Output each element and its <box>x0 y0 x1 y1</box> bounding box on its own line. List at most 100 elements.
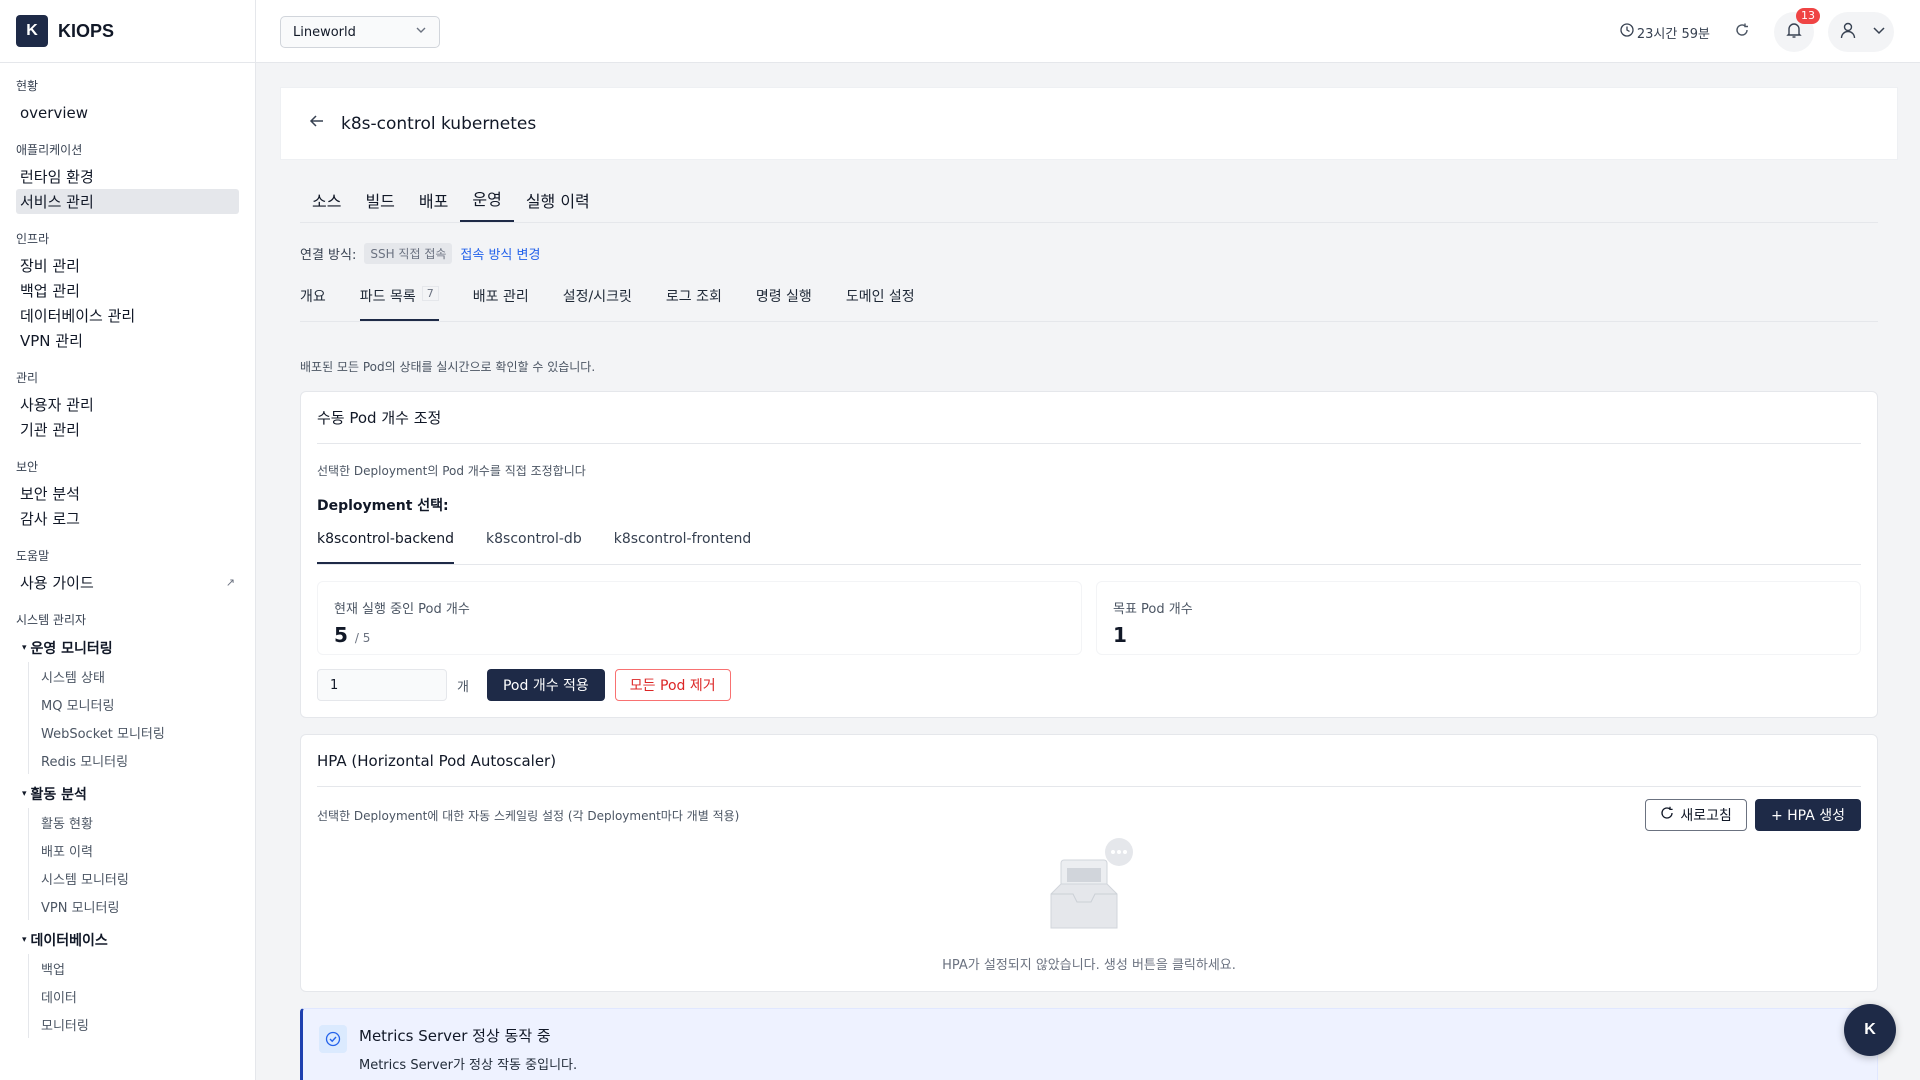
pod-count-input[interactable] <box>317 669 447 701</box>
sidebar-item-database[interactable]: 데이터베이스 관리 <box>16 303 239 328</box>
refresh-button[interactable]: 새로고침 <box>1645 799 1747 831</box>
tab-domain-settings[interactable]: 도메인 설정 <box>846 286 915 321</box>
tab-deployment-db[interactable]: k8scontrol-db <box>486 531 582 564</box>
main-content: k8s-control kubernetes 소스 빌드 배포 운영 실행 이력… <box>280 87 1898 1080</box>
sidebar-item-deploy-history[interactable]: 배포 이력 <box>41 836 239 864</box>
nav-group-label: 관리 <box>16 371 39 385</box>
nav-sub-list: 활동 현황 배포 이력 시스템 모니터링 VPN 모니터링 <box>28 808 239 920</box>
sidebar-item-runtime[interactable]: 런타임 환경 <box>16 164 239 189</box>
assistant-fab[interactable]: K <box>1844 1004 1896 1056</box>
empty-inbox-icon <box>1039 838 1139 938</box>
sidebar-item-system-monitoring[interactable]: 시스템 모니터링 <box>41 864 239 892</box>
sidebar-item-db-monitoring[interactable]: 모니터링 <box>41 1010 239 1038</box>
manual-scale-card: 수동 Pod 개수 조정 선택한 Deployment의 Pod 개수를 직접 … <box>300 391 1878 718</box>
sidebar-item-mq-monitoring[interactable]: MQ 모니터링 <box>41 690 239 718</box>
tab-overview[interactable]: 개요 <box>300 286 326 321</box>
connection-label: 연결 방식: <box>300 248 357 263</box>
nav-section-ops-monitoring[interactable]: ▾ 운영 모니터링 <box>16 638 239 658</box>
tab-label: 개요 <box>300 289 326 305</box>
sidebar-item-system-status[interactable]: 시스템 상태 <box>41 662 239 690</box>
check-circle-icon <box>319 1025 347 1053</box>
sidebar-item-redis-monitoring[interactable]: Redis 모니터링 <box>41 746 239 774</box>
current-pods-total: / 5 <box>354 631 371 645</box>
alert-body: Metrics Server가 정상 작동 중입니다. <box>359 1058 578 1073</box>
session-timer: 23시간 59분 <box>1620 23 1710 42</box>
external-link-icon: ↗ <box>225 576 235 589</box>
tab-deployment-frontend[interactable]: k8scontrol-frontend <box>614 531 752 564</box>
tab-label: 파드 목록 <box>359 289 416 305</box>
logo-mark: K <box>16 15 48 47</box>
nav-group-label: 시스템 관리자 <box>16 613 87 627</box>
tab-deployment-backend[interactable]: k8scontrol-backend <box>317 531 455 564</box>
tab-operations[interactable]: 운영 <box>460 186 514 222</box>
tab-config-secrets[interactable]: 설정/시크릿 <box>563 286 632 321</box>
connection-chip: SSH 직접 접속 <box>364 243 453 264</box>
scale-controls: 개 Pod 개수 적용 모든 Pod 제거 <box>317 669 1861 717</box>
sidebar-item-orgs[interactable]: 기관 관리 <box>16 417 239 442</box>
content-body: 소스 빌드 배포 운영 실행 이력 연결 방식: SSH 직접 접속 접속 방식… <box>280 178 1898 1080</box>
page-title: k8s-control kubernetes <box>341 113 537 134</box>
nav-section-activity[interactable]: ▾ 활동 분석 <box>16 784 239 804</box>
nav-group-label: 애플리케이션 <box>16 143 83 157</box>
current-pods-value: 5 <box>334 623 348 647</box>
sidebar-item-label: overview <box>20 103 88 122</box>
nav-section-database[interactable]: ▾ 데이터베이스 <box>16 930 239 950</box>
tab-pod-list[interactable]: 파드 목록 7 <box>359 286 439 321</box>
primary-tabs: 소스 빌드 배포 운영 실행 이력 <box>300 178 1878 223</box>
notification-badge: 13 <box>1796 8 1820 24</box>
notifications-button[interactable]: 13 <box>1774 8 1820 52</box>
sidebar-item-backup[interactable]: 백업 관리 <box>16 278 239 303</box>
apply-pod-count-button[interactable]: Pod 개수 적용 <box>486 669 605 701</box>
card-subtitle: 선택한 Deployment에 대한 자동 스케일링 설정 (각 Deploym… <box>317 808 740 823</box>
session-time-text: 23시간 59분 <box>1636 26 1710 42</box>
sidebar-item-users[interactable]: 사용자 관리 <box>16 392 239 417</box>
sidebar-item-security-analysis[interactable]: 보안 분석 <box>16 481 239 506</box>
tab-label: 로그 조회 <box>665 289 722 305</box>
sidebar-item-activity-status[interactable]: 활동 현황 <box>41 808 239 836</box>
back-arrow-icon[interactable] <box>309 113 325 134</box>
remove-all-pods-button[interactable]: 모든 Pod 제거 <box>614 669 731 701</box>
sidebar-item-audit-log[interactable]: 감사 로그 <box>16 506 239 531</box>
nav-group-label: 도움말 <box>16 549 50 563</box>
tab-exec-command[interactable]: 명령 실행 <box>756 286 812 321</box>
card-title: HPA (Horizontal Pod Autoscaler) <box>317 735 1861 787</box>
refresh-icon <box>1734 22 1750 42</box>
tab-build[interactable]: 빌드 <box>353 188 406 222</box>
target-pods-value: 1 <box>1113 623 1127 647</box>
stat-value: 5 / 5 <box>334 623 1065 647</box>
button-label: 새로고침 <box>1680 808 1732 824</box>
hpa-card: HPA (Horizontal Pod Autoscaler) 선택한 Depl… <box>300 734 1878 992</box>
refresh-session-button[interactable] <box>1724 14 1760 50</box>
sidebar-item-label: 백업 관리 <box>20 282 80 300</box>
alert-title: Metrics Server 정상 동작 중 <box>359 1027 551 1045</box>
tab-deploy-management[interactable]: 배포 관리 <box>473 286 529 321</box>
sidebar-item-service[interactable]: 서비스 관리 <box>16 189 239 214</box>
project-select-value: Lineworld <box>293 24 356 40</box>
tab-source[interactable]: 소스 <box>300 188 353 222</box>
user-menu[interactable] <box>1828 12 1894 52</box>
create-hpa-button[interactable]: + HPA 생성 <box>1754 799 1861 831</box>
metrics-server-alert: Metrics Server 정상 동작 중 Metrics Server가 정… <box>300 1008 1878 1080</box>
logo-text: KIOPS <box>58 20 115 41</box>
sidebar-item-db-data[interactable]: 데이터 <box>41 982 239 1010</box>
clock-icon <box>1620 23 1634 41</box>
tab-logs[interactable]: 로그 조회 <box>666 286 722 321</box>
tab-run-history[interactable]: 실행 이력 <box>514 188 602 222</box>
sidebar-item-equipment[interactable]: 장비 관리 <box>16 253 239 278</box>
logo[interactable]: K KIOPS <box>0 0 255 63</box>
sidebar-item-db-backup[interactable]: 백업 <box>41 954 239 982</box>
empty-state-text: HPA가 설정되지 않았습니다. 생성 버튼을 클릭하세요. <box>942 958 1236 973</box>
sidebar-item-vpn[interactable]: VPN 관리 <box>16 328 239 353</box>
sidebar-item-vpn-monitoring[interactable]: VPN 모니터링 <box>41 892 239 920</box>
sidebar-item-label: 서비스 관리 <box>20 193 94 211</box>
pod-stats: 현재 실행 중인 Pod 개수 5 / 5 목표 Pod 개수 1 <box>317 581 1861 655</box>
tab-deploy[interactable]: 배포 <box>407 188 460 222</box>
change-connection-link[interactable]: 접속 방식 변경 <box>460 244 540 263</box>
chevron-down-icon <box>415 24 427 40</box>
tab-count-badge: 7 <box>421 286 439 301</box>
sidebar-item-websocket-monitoring[interactable]: WebSocket 모니터링 <box>41 718 239 746</box>
project-select[interactable]: Lineworld <box>280 16 440 48</box>
sidebar-item-guide[interactable]: 사용 가이드 ↗ <box>16 570 239 595</box>
sidebar-item-overview[interactable]: overview <box>16 100 239 125</box>
caret-down-icon: ▾ <box>22 789 27 799</box>
